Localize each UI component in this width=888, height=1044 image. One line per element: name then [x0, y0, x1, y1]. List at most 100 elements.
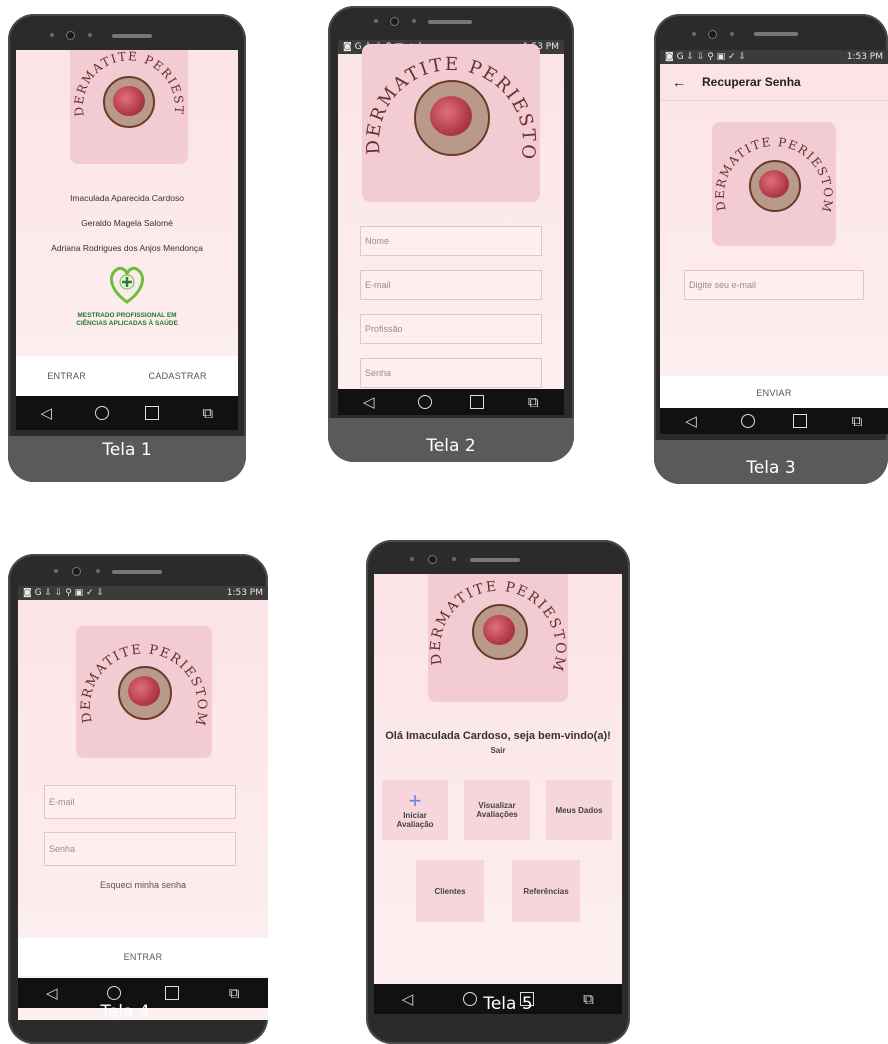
logout-link[interactable]: Sair	[374, 746, 622, 755]
app-bar: ← Recuperar Senha	[660, 64, 888, 101]
email-input[interactable]: E-mail	[360, 270, 542, 300]
sensor	[452, 557, 456, 561]
stoma-image	[113, 86, 145, 116]
recent-apps-icon[interactable]	[145, 406, 160, 420]
send-button[interactable]: ENVIAR	[756, 388, 791, 398]
app-logo: DERMATITE PERIESTOMA App	[362, 44, 540, 202]
phone-tela-1: DERMATITE PERIESTOMA App Imaculada Apare…	[8, 14, 246, 482]
sensor	[88, 33, 92, 37]
dual-window-icon[interactable]: ⧉	[222, 984, 246, 1002]
back-nav-icon[interactable]: ◁	[40, 984, 64, 1002]
home-nav-icon[interactable]	[418, 395, 433, 409]
screen-tela-2: ◙ G ⇩ ⇩ ⚲ ▣ ✓ ⇩ 1:53 PM DERMATITE PERIES…	[338, 40, 564, 415]
password-input[interactable]: Senha	[44, 832, 236, 866]
home-nav-icon[interactable]	[741, 414, 755, 428]
references-tile[interactable]: Referências	[512, 860, 580, 922]
system-nav-bar: ◁ ⧉	[660, 408, 888, 434]
program-line: CIÊNCIAS APLICADAS À SAÚDE	[76, 320, 178, 327]
screen-caption: Tela 5	[483, 994, 533, 1014]
status-bar: ◙ G ⇩ ⇩ ⚲ ▣ ✓ ⇩ 1:53 PM	[660, 50, 888, 64]
screen-tela-5: DERMATITE PERIESTOMA App Olá Imaculada C…	[374, 574, 622, 1014]
tile-label: Referências	[523, 886, 569, 896]
heart-leaf-icon	[109, 266, 145, 304]
screen-caption: Tela 2	[426, 436, 476, 456]
camera	[72, 567, 81, 576]
register-button[interactable]: CADASTRAR	[149, 371, 207, 381]
back-nav-icon[interactable]: ◁	[679, 412, 703, 430]
screen-tela-1: DERMATITE PERIESTOMA App Imaculada Apare…	[16, 50, 238, 430]
status-icons: ◙ G ⇩ ⇩ ⚲ ▣ ✓ ⇩	[665, 52, 746, 62]
phone-tela-3: ◙ G ⇩ ⇩ ⚲ ▣ ✓ ⇩ 1:53 PM ← Recuperar Senh…	[654, 14, 888, 484]
phone-tela-4: ◙ G ⇩ ⇩ ⚲ ▣ ✓ ⇩ 1:53 PM DERMATITE PERIES…	[8, 554, 268, 1044]
camera	[390, 17, 399, 26]
sensor	[412, 19, 416, 23]
author-name: Imaculada Aparecida Cardoso	[70, 193, 184, 203]
email-input[interactable]: E-mail	[44, 785, 236, 819]
speaker	[754, 32, 798, 36]
page-title: Recuperar Senha	[702, 75, 801, 89]
status-bar: ◙ G ⇩ ⇩ ⚲ ▣ ✓ ⇩ 1:53 PM	[18, 586, 268, 600]
sensor	[730, 32, 734, 36]
clients-tile[interactable]: Clientes	[416, 860, 484, 922]
email-input[interactable]: Digite seu e-mail	[684, 270, 864, 300]
footer-actions: ENTRAR	[18, 938, 268, 976]
welcome-message: Olá Imaculada Cardoso, seja bem-vindo(a)…	[385, 730, 611, 742]
plus-icon: +	[408, 788, 422, 813]
app-logo: DERMATITE PERIESTOMA App	[76, 626, 212, 758]
status-time: 1:53 PM	[846, 52, 883, 62]
speaker	[428, 20, 472, 24]
view-evaluations-tile[interactable]: Visualizar Avaliações	[464, 780, 530, 840]
phone-tela-2: ◙ G ⇩ ⇩ ⚲ ▣ ✓ ⇩ 1:53 PM DERMATITE PERIES…	[328, 6, 574, 462]
sensor	[410, 557, 414, 561]
dual-window-icon[interactable]: ⧉	[196, 404, 220, 422]
my-data-tile[interactable]: Meus Dados	[546, 780, 612, 840]
name-input[interactable]: Nome	[360, 226, 542, 256]
app-logo: DERMATITE PERIESTOMA App	[428, 574, 568, 702]
speaker	[470, 558, 520, 562]
app-logo: DERMATITE PERIESTOMA App	[70, 50, 188, 164]
start-evaluation-tile[interactable]: + Iniciar Avaliação	[382, 780, 448, 840]
enter-button[interactable]: ENTRAR	[124, 952, 163, 962]
stoma-image	[483, 615, 515, 645]
sensor	[374, 19, 378, 23]
tile-label: Clientes	[434, 886, 466, 896]
camera	[66, 31, 75, 40]
status-icons: ◙ G ⇩ ⇩ ⚲ ▣ ✓ ⇩	[23, 588, 104, 598]
forgot-password-link[interactable]: Esqueci minha senha	[18, 880, 268, 890]
program-name: MESTRADO PROFISSIONAL EM CIÊNCIAS APLICA…	[16, 312, 238, 328]
tile-label: Meus Dados	[555, 805, 603, 815]
back-nav-icon[interactable]: ◁	[357, 393, 381, 411]
app-logo: DERMATITE PERIESTOMA App	[712, 122, 836, 246]
screen-caption: Tela 4	[100, 1002, 150, 1022]
password-input[interactable]: Senha	[360, 358, 542, 388]
screen-tela-3: ◙ G ⇩ ⇩ ⚲ ▣ ✓ ⇩ 1:53 PM ← Recuperar Senh…	[660, 50, 888, 434]
camera	[708, 30, 717, 39]
system-nav-bar: ◁ ⧉	[338, 389, 564, 415]
stoma-image	[430, 96, 472, 136]
home-nav-icon[interactable]	[107, 986, 122, 1000]
screen-caption: Tela 3	[746, 458, 796, 478]
dual-window-icon[interactable]: ⧉	[521, 393, 545, 411]
stoma-image	[759, 170, 789, 198]
back-arrow-icon[interactable]: ←	[672, 74, 686, 90]
screen-caption: Tela 1	[102, 440, 152, 460]
author-name: Geraldo Magela Salomé	[81, 218, 173, 228]
dual-window-icon[interactable]: ⧉	[845, 412, 869, 430]
recent-apps-icon[interactable]	[793, 414, 807, 428]
tile-label: Iniciar Avaliação	[396, 811, 434, 829]
recent-apps-icon[interactable]	[469, 395, 484, 409]
recent-apps-icon[interactable]	[164, 986, 179, 1000]
enter-button[interactable]: ENTRAR	[47, 371, 86, 381]
screen-tela-4: ◙ G ⇩ ⇩ ⚲ ▣ ✓ ⇩ 1:53 PM DERMATITE PERIES…	[18, 586, 268, 1020]
system-nav-bar: ◁ ⧉	[16, 396, 238, 430]
back-nav-icon[interactable]: ◁	[34, 404, 58, 422]
home-nav-icon[interactable]	[94, 406, 109, 420]
profession-input[interactable]: Profissão	[360, 314, 542, 344]
footer-actions: ENVIAR	[660, 376, 888, 410]
program-logo	[106, 262, 148, 306]
phone-tela-5: DERMATITE PERIESTOMA App Olá Imaculada C…	[366, 540, 630, 1044]
program-line: MESTRADO PROFISSIONAL EM	[77, 312, 177, 319]
tile-label: Visualizar Avaliações	[476, 801, 518, 819]
status-time: 1:53 PM	[226, 588, 263, 598]
sensor	[96, 569, 100, 573]
